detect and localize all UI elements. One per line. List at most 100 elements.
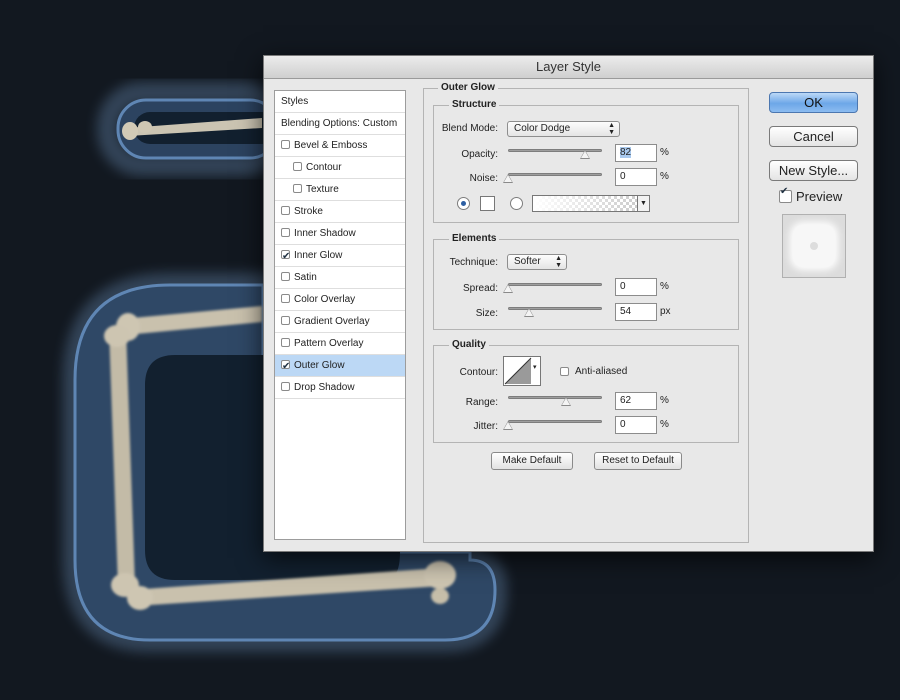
style-checkbox[interactable] — [281, 205, 290, 215]
style-item[interactable]: Bevel & Emboss — [275, 135, 405, 157]
chevron-updown-icon: ▲ ▼ — [555, 255, 562, 269]
blending-options[interactable]: Blending Options: Custom — [275, 113, 405, 135]
outer-glow-panel: Outer Glow Structure Blend Mode: Color D… — [423, 82, 749, 543]
jitter-slider-thumb[interactable] — [503, 421, 513, 430]
style-item[interactable]: Satin — [275, 267, 405, 289]
opacity-slider-thumb[interactable] — [580, 150, 591, 159]
style-item[interactable]: Pattern Overlay — [275, 333, 405, 355]
style-checkbox[interactable] — [281, 315, 290, 325]
spread-slider-thumb[interactable] — [503, 284, 513, 293]
range-input[interactable]: 62 — [615, 392, 657, 410]
elements-group: Elements Technique: Softer ▲ ▼ Spread: 0 … — [433, 233, 739, 330]
blend-mode-select[interactable]: Color Dodge ▲ ▼ — [507, 121, 620, 137]
technique-select[interactable]: Softer ▲ ▼ — [507, 254, 567, 270]
new-style-button[interactable]: New Style... — [769, 160, 858, 181]
chevron-down-icon[interactable]: ▼ — [638, 195, 650, 212]
cancel-button[interactable]: Cancel — [769, 126, 858, 147]
contour-picker[interactable]: ▾ — [503, 356, 541, 386]
style-checkbox[interactable] — [281, 271, 290, 281]
contour-linear-icon: ▾ — [504, 357, 537, 385]
style-checkbox[interactable] — [281, 293, 290, 303]
style-item[interactable]: Drop Shadow — [275, 377, 405, 399]
style-item[interactable]: Outer Glow — [275, 355, 405, 378]
range-value: 62 — [620, 395, 632, 406]
style-item-label: Inner Glow — [294, 250, 343, 261]
style-item-label: Bevel & Emboss — [294, 140, 368, 151]
style-item-label: Pattern Overlay — [294, 338, 364, 349]
style-item-label: Stroke — [294, 206, 323, 217]
opacity-unit: % — [660, 147, 669, 158]
style-checkbox[interactable] — [293, 183, 302, 193]
style-item-label: Outer Glow — [294, 360, 345, 371]
preview-glow-shape — [793, 225, 835, 267]
style-checkbox[interactable] — [281, 381, 290, 391]
style-item[interactable]: Inner Shadow — [275, 223, 405, 245]
styles-header[interactable]: Styles — [275, 91, 405, 113]
opacity-input[interactable]: 82 — [615, 144, 657, 162]
make-default-button[interactable]: Make Default — [491, 452, 573, 470]
style-item-label: Drop Shadow — [294, 382, 355, 393]
style-item-label: Satin — [294, 272, 317, 283]
solid-color-radio[interactable] — [457, 197, 470, 210]
size-input[interactable]: 54 — [615, 303, 657, 321]
noise-slider-thumb[interactable] — [503, 174, 513, 183]
reset-to-default-button[interactable]: Reset to Default — [594, 452, 682, 470]
technique-value: Softer — [514, 256, 541, 267]
range-slider-track[interactable] — [508, 396, 602, 399]
style-item[interactable]: Inner Glow — [275, 245, 405, 268]
svg-text:▾: ▾ — [533, 363, 537, 371]
spread-input[interactable]: 0 — [615, 278, 657, 296]
size-slider-track[interactable] — [508, 307, 602, 310]
glow-gradient-picker[interactable] — [532, 195, 638, 212]
style-checkbox[interactable] — [281, 356, 290, 378]
style-checkbox[interactable] — [281, 139, 290, 149]
noise-input[interactable]: 0 — [615, 168, 657, 186]
style-item-label: Gradient Overlay — [294, 316, 370, 327]
opacity-label: Opacity: — [461, 149, 498, 160]
spread-label: Spread: — [462, 283, 498, 294]
elements-title: Elements — [449, 233, 500, 244]
style-item-label: Texture — [306, 184, 339, 195]
style-item-label: Inner Shadow — [294, 228, 356, 239]
preview-thumbnail — [782, 214, 846, 278]
style-item[interactable]: Stroke — [275, 201, 405, 223]
chevron-updown-icon: ▲ ▼ — [608, 122, 615, 136]
styles-list: Styles Blending Options: Custom Bevel & … — [274, 90, 406, 540]
spread-slider-track[interactable] — [508, 283, 602, 286]
preview-checkbox[interactable] — [779, 186, 792, 204]
spread-unit: % — [660, 281, 669, 292]
structure-title: Structure — [449, 99, 500, 110]
layer-style-dialog: Layer Style Styles Blending Options: Cus… — [263, 55, 874, 552]
anti-aliased-label: Anti-aliased — [575, 366, 628, 377]
style-checkbox[interactable] — [293, 161, 302, 171]
jitter-value: 0 — [620, 419, 626, 430]
jitter-input[interactable]: 0 — [615, 416, 657, 434]
glow-color-swatch[interactable] — [480, 196, 495, 211]
size-slider-thumb[interactable] — [523, 308, 534, 317]
style-item-label: Color Overlay — [294, 294, 356, 305]
noise-unit: % — [660, 171, 669, 182]
noise-slider-track[interactable] — [508, 173, 602, 176]
style-checkbox[interactable] — [281, 227, 290, 237]
blend-mode-value: Color Dodge — [514, 123, 571, 134]
anti-aliased-checkbox[interactable] — [560, 367, 569, 376]
style-item[interactable]: Contour — [275, 157, 405, 179]
contour-label: Contour: — [459, 367, 498, 378]
jitter-label: Jitter: — [473, 421, 498, 432]
jitter-slider-track[interactable] — [508, 420, 602, 423]
style-item[interactable]: Color Overlay — [275, 289, 405, 311]
style-item[interactable]: Texture — [275, 179, 405, 201]
preview-toggle[interactable]: Preview — [779, 186, 842, 204]
noise-value: 0 — [620, 171, 626, 182]
size-unit: px — [660, 306, 671, 317]
style-checkbox[interactable] — [281, 337, 290, 347]
spread-value: 0 — [620, 281, 626, 292]
blend-mode-label: Blend Mode: — [441, 123, 498, 134]
range-slider-thumb[interactable] — [561, 397, 572, 406]
style-checkbox[interactable] — [281, 246, 290, 268]
ok-button[interactable]: OK — [769, 92, 858, 113]
style-item[interactable]: Gradient Overlay — [275, 311, 405, 333]
size-value: 54 — [620, 306, 632, 317]
quality-group: Quality Contour: ▾ Anti-aliased Range: 6… — [433, 339, 739, 443]
gradient-radio[interactable] — [510, 197, 523, 210]
